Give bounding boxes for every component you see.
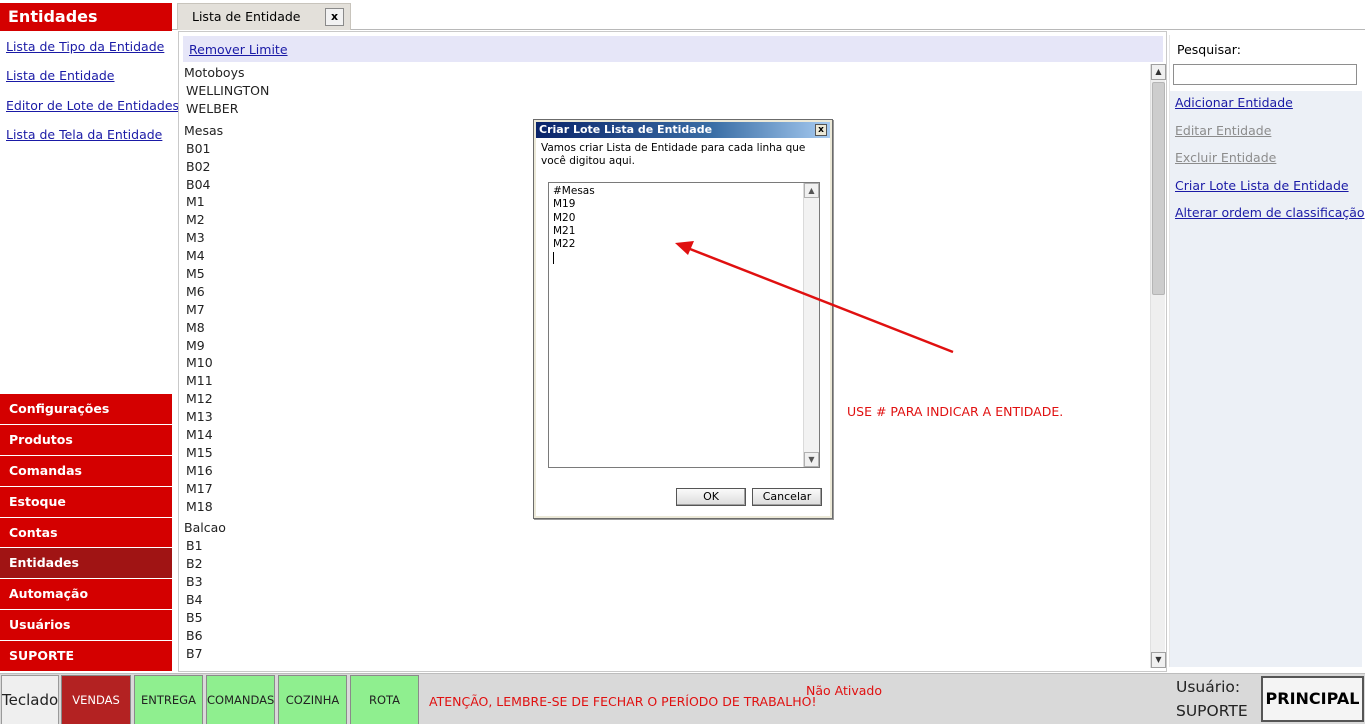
textarea-line: M22	[553, 238, 576, 251]
textarea-line: M20	[553, 211, 576, 224]
textarea-scrollbar[interactable]: ▲ ▼	[803, 183, 819, 467]
nav-item-produtos[interactable]: Produtos	[0, 424, 172, 456]
dialog-message: Vamos criar Lista de Entidade para cada …	[541, 142, 806, 167]
search-input[interactable]	[1173, 64, 1357, 85]
comandas-button[interactable]: COMANDAS	[206, 675, 275, 724]
textarea-scroll-down-icon[interactable]: ▼	[804, 452, 819, 467]
nav-item-estoque[interactable]: Estoque	[0, 486, 172, 518]
list-item[interactable]: B4	[184, 591, 1144, 609]
left-sidebar: Entidades Lista de Tipo da Entidade List…	[0, 0, 179, 673]
main-nav: Configurações Produtos Comandas Estoque …	[0, 394, 172, 673]
remove-limit-link[interactable]: Remover Limite	[189, 42, 288, 57]
bottom-bar: Teclado VENDAS ENTREGA COMANDAS COZINHA …	[0, 673, 1365, 724]
nav-item-automacao[interactable]: Automação	[0, 579, 172, 611]
user-label: Usuário:	[1176, 678, 1241, 696]
textarea-line: #Mesas	[553, 185, 595, 197]
right-panel: Pesquisar: Adicionar Entidade Editar Ent…	[1169, 35, 1365, 667]
rota-button[interactable]: ROTA	[350, 675, 419, 724]
scrollbar-thumb[interactable]	[1152, 82, 1165, 295]
sidebar-links: Lista de Tipo da Entidade Lista de Entid…	[6, 38, 179, 155]
remove-limit-bar: Remover Limite	[183, 36, 1163, 62]
batch-textarea[interactable]: #Mesas M19 M20 M21 M22 ▲ ▼	[548, 182, 820, 468]
textarea-line: M19	[553, 198, 576, 211]
scroll-up-icon[interactable]: ▲	[1151, 64, 1166, 80]
list-item[interactable]: B2	[184, 555, 1144, 573]
dialog-title-bar: Criar Lote Lista de Entidade x	[536, 122, 830, 138]
text-caret	[553, 252, 554, 265]
work-period-warning: ATENÇÃO, LEMBRE-SE DE FECHAR O PERÍODO D…	[429, 694, 817, 709]
cozinha-button[interactable]: COZINHA	[278, 675, 347, 724]
nav-item-comandas[interactable]: Comandas	[0, 455, 172, 487]
list-item[interactable]: B6	[184, 627, 1144, 645]
cancel-button[interactable]: Cancelar	[752, 488, 822, 506]
list-item[interactable]: B5	[184, 609, 1144, 627]
action-change-sort-order[interactable]: Alterar ordem de classificação	[1175, 204, 1365, 232]
list-item[interactable]: B7	[184, 645, 1144, 663]
activation-status: Não Ativado	[806, 683, 882, 698]
nav-item-entidades[interactable]: Entidades	[0, 548, 172, 580]
list-group-header: Motoboys	[184, 65, 245, 80]
action-add-entity[interactable]: Adicionar Entidade	[1175, 94, 1362, 122]
dialog-body: Vamos criar Lista de Entidade para cada …	[536, 138, 830, 516]
action-edit-entity: Editar Entidade	[1175, 122, 1272, 138]
action-delete-entity: Excluir Entidade	[1175, 150, 1277, 165]
list-scrollbar[interactable]: ▲ ▼	[1150, 64, 1166, 668]
textarea-scroll-up-icon[interactable]: ▲	[804, 183, 819, 198]
textarea-line: M21	[553, 224, 576, 237]
batch-create-dialog: Criar Lote Lista de Entidade x Vamos cri…	[533, 119, 833, 519]
list-group-header: Balcao	[184, 520, 226, 536]
sidebar-title: Entidades	[0, 3, 172, 31]
nav-item-usuarios[interactable]: Usuários	[0, 610, 172, 642]
actions-list: Adicionar Entidade Editar Entidade Exclu…	[1170, 91, 1365, 667]
dialog-close-button[interactable]: x	[815, 124, 827, 136]
principal-button[interactable]: PRINCIPAL	[1261, 676, 1364, 722]
nav-item-contas[interactable]: Contas	[0, 517, 172, 549]
list-item[interactable]: B1	[184, 537, 1144, 555]
textarea-lines: #Mesas M19 M20 M21 M22	[553, 185, 595, 265]
vendas-button[interactable]: VENDAS	[61, 675, 131, 724]
tab-bar: Lista de Entidade x	[172, 0, 1365, 30]
annotation-text: USE # PARA INDICAR A ENTIDADE.	[847, 404, 1064, 419]
keyboard-button[interactable]: Teclado	[1, 675, 59, 724]
scroll-down-icon[interactable]: ▼	[1151, 652, 1166, 668]
sidebar-link-tipo-entidade[interactable]: Lista de Tipo da Entidade	[6, 38, 179, 67]
dialog-title: Criar Lote Lista de Entidade	[539, 123, 713, 136]
list-item[interactable]: WELLINGTON	[184, 82, 1144, 100]
sidebar-link-tela-entidade[interactable]: Lista de Tela da Entidade	[6, 126, 179, 155]
tab-lista-entidade[interactable]: Lista de Entidade x	[177, 3, 351, 30]
ok-button[interactable]: OK	[676, 488, 746, 506]
tab-close-button[interactable]: x	[325, 8, 344, 26]
entrega-button[interactable]: ENTREGA	[134, 675, 203, 724]
user-name: SUPORTE	[1176, 702, 1248, 720]
nav-item-configuracoes[interactable]: Configurações	[0, 394, 172, 425]
sidebar-link-editor-lote[interactable]: Editor de Lote de Entidades	[6, 97, 179, 126]
tab-label: Lista de Entidade	[192, 9, 301, 24]
list-item[interactable]: B3	[184, 573, 1144, 591]
list-item[interactable]: WELBER	[184, 100, 1144, 118]
nav-item-suporte[interactable]: SUPORTE	[0, 641, 172, 673]
action-batch-create[interactable]: Criar Lote Lista de Entidade	[1175, 177, 1362, 205]
sidebar-link-lista-entidade[interactable]: Lista de Entidade	[6, 67, 179, 96]
search-label: Pesquisar:	[1177, 42, 1241, 57]
